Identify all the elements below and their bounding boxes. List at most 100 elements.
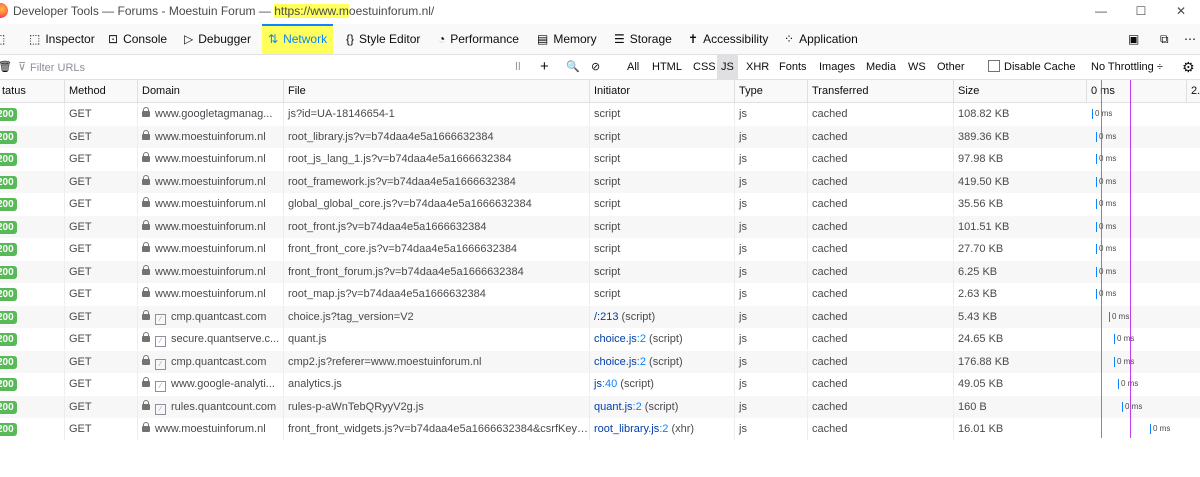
initiator-link[interactable]: choice.js:2 [594, 333, 646, 345]
transferred-cell: cached [807, 103, 953, 125]
tracker-icon: ⁄ [155, 313, 166, 325]
gear-icon: ⚙ [1182, 59, 1195, 75]
status-cell: 200 [0, 306, 64, 328]
throttling-select[interactable]: No Throttling ÷ [1091, 55, 1163, 79]
column-initiator[interactable]: Initiator [589, 80, 734, 102]
lock-icon [142, 242, 150, 252]
filter-js-button[interactable]: JS [717, 55, 738, 79]
tab-memory[interactable]: ▤ Memory [537, 24, 597, 54]
status-cell: 200 [0, 261, 64, 283]
table-row[interactable]: 200 GET ⁄secure.quantserve.c... quant.js… [0, 328, 1200, 351]
table-row[interactable]: 200 GET ⁄cmp.quantcast.com cmp2.js?refer… [0, 350, 1200, 373]
table-row[interactable]: 200 GET www.moestuinforum.nl front_front… [0, 260, 1200, 283]
table-row[interactable]: 200 GET ⁄www.google-analyti... analytics… [0, 373, 1200, 396]
filter-urls-input[interactable] [28, 58, 502, 78]
file-cell: root_front.js?v=b74daa4e5a1666632384 [283, 215, 589, 238]
table-row[interactable]: 200 GET www.moestuinforum.nl root_front.… [0, 215, 1200, 238]
tab-storage[interactable]: ☰ Storage [614, 24, 672, 54]
pause-icon[interactable]: ǀǀ [515, 55, 521, 79]
block-requests-button[interactable]: ⊘ [591, 55, 600, 79]
tab-console[interactable]: ⊡ Console [108, 24, 167, 54]
filter-css-button[interactable]: CSS [689, 55, 720, 79]
table-row[interactable]: 200 GET www.moestuinforum.nl root_map.js… [0, 283, 1200, 306]
tab-accessibility[interactable]: ✝ Accessibility [688, 24, 768, 54]
initiator-link[interactable]: js:40 [594, 378, 617, 390]
table-row[interactable]: 200 GET ⁄cmp.quantcast.com choice.js?tag… [0, 305, 1200, 328]
minimize-button[interactable]: — [1081, 0, 1121, 22]
window-icon: ⧉ [1160, 32, 1169, 46]
file-cell: root_framework.js?v=b74daa4e5a1666632384 [283, 170, 589, 193]
method-cell: GET [64, 350, 137, 373]
type-cell: js [734, 350, 807, 373]
search-button[interactable]: 🔍 [566, 55, 580, 79]
filter-all-button[interactable]: All [623, 55, 643, 79]
dock-options-button[interactable]: ▣ [1128, 24, 1144, 54]
tab-network[interactable]: ⇅ Network [262, 24, 334, 54]
filter-fonts-button[interactable]: Fonts [775, 55, 811, 79]
tracker-icon: ⁄ [155, 403, 166, 415]
filter-xhr-button[interactable]: XHR [742, 55, 773, 79]
initiator-link[interactable]: root_library.js:2 [594, 423, 668, 435]
tab-debugger[interactable]: ▷ Debugger [184, 24, 251, 54]
domain-cell: www.googletagmanag... [137, 103, 283, 125]
filter-images-button[interactable]: Images [815, 55, 859, 79]
size-cell: 101.51 KB [953, 215, 1086, 238]
column-file[interactable]: File [283, 80, 589, 102]
clear-button[interactable]: 🗑 [0, 55, 12, 79]
table-row[interactable]: 200 GET www.googletagmanag... js?id=UA-1… [0, 103, 1200, 126]
split-console-button[interactable]: ⧉ [1160, 24, 1174, 54]
filter-media-button[interactable]: Media [862, 55, 900, 79]
initiator-link[interactable]: quant.js:2 [594, 401, 642, 413]
status-badge: 200 [0, 153, 17, 166]
initiator-cell: root_library.js:2 (xhr) [589, 418, 734, 440]
status-cell: 200 [0, 216, 64, 238]
filter-other-button[interactable]: Other [933, 55, 969, 79]
column-status[interactable]: tatus [0, 80, 64, 102]
status-badge: 200 [0, 423, 17, 436]
filter-html-button[interactable]: HTML [648, 55, 686, 79]
filter-ws-button[interactable]: WS [904, 55, 930, 79]
initiator-link[interactable]: /:213 [594, 311, 618, 323]
waterfall-timing: 0 ms [1095, 109, 1113, 118]
tab-performance[interactable]: ◔ Performance [438, 24, 519, 54]
column-domain[interactable]: Domain [137, 80, 283, 102]
checkbox-box [988, 60, 1000, 72]
disable-cache-checkbox[interactable]: Disable Cache [988, 55, 1076, 79]
table-row[interactable]: 200 GET ⁄rules.quantcount.com rules-p-aW… [0, 395, 1200, 418]
tab-inspector[interactable]: ⬚ Inspector [29, 24, 95, 54]
size-cell: 97.98 KB [953, 148, 1086, 170]
close-window-button[interactable]: ✕ [1161, 0, 1200, 22]
table-row[interactable]: 200 GET www.moestuinforum.nl front_front… [0, 418, 1200, 441]
transferred-cell: cached [807, 170, 953, 193]
tracker-icon: ⁄ [155, 336, 166, 347]
table-row[interactable]: 200 GET www.moestuinforum.nl global_glob… [0, 193, 1200, 216]
table-row[interactable]: 200 GET www.moestuinforum.nl root_js_lan… [0, 148, 1200, 171]
initiator-text: script [594, 243, 621, 255]
transferred-cell: cached [807, 305, 953, 328]
initiator-text: script [594, 198, 621, 210]
status-cell: 200 [0, 148, 64, 170]
file-cell: cmp2.js?referer=www.moestuinforum.nl [283, 350, 589, 373]
more-options-button[interactable]: ⋯ [1184, 24, 1200, 54]
add-request-blocking-button[interactable]: + [540, 55, 549, 79]
column-size[interactable]: Size [953, 80, 1086, 102]
tab-style-editor[interactable]: {} Style Editor [346, 24, 420, 54]
table-row[interactable]: 200 GET www.moestuinforum.nl front_front… [0, 238, 1200, 261]
maximize-button[interactable]: ☐ [1121, 0, 1161, 22]
column-type[interactable]: Type [734, 80, 807, 102]
waterfall-end-label: 2. [1186, 80, 1200, 102]
column-method[interactable]: Method [64, 80, 137, 102]
table-row[interactable]: 200 GET www.moestuinforum.nl root_librar… [0, 125, 1200, 148]
pick-element-button[interactable]: ⬚ [0, 24, 14, 54]
column-transferred[interactable]: Transferred [807, 80, 953, 102]
initiator-link[interactable]: choice.js:2 [594, 356, 646, 368]
network-icon: ⇅ [268, 32, 279, 46]
status-cell: 200 [0, 126, 64, 148]
tab-application[interactable]: ⁘ Application [784, 24, 858, 54]
network-settings-button[interactable]: ⚙ [1182, 55, 1195, 79]
lock-icon [142, 197, 150, 207]
initiator-text: script [594, 220, 621, 233]
table-row[interactable]: 200 GET www.moestuinforum.nl root_framew… [0, 170, 1200, 193]
status-cell: 200 [0, 103, 64, 125]
type-cell: js [734, 148, 807, 170]
